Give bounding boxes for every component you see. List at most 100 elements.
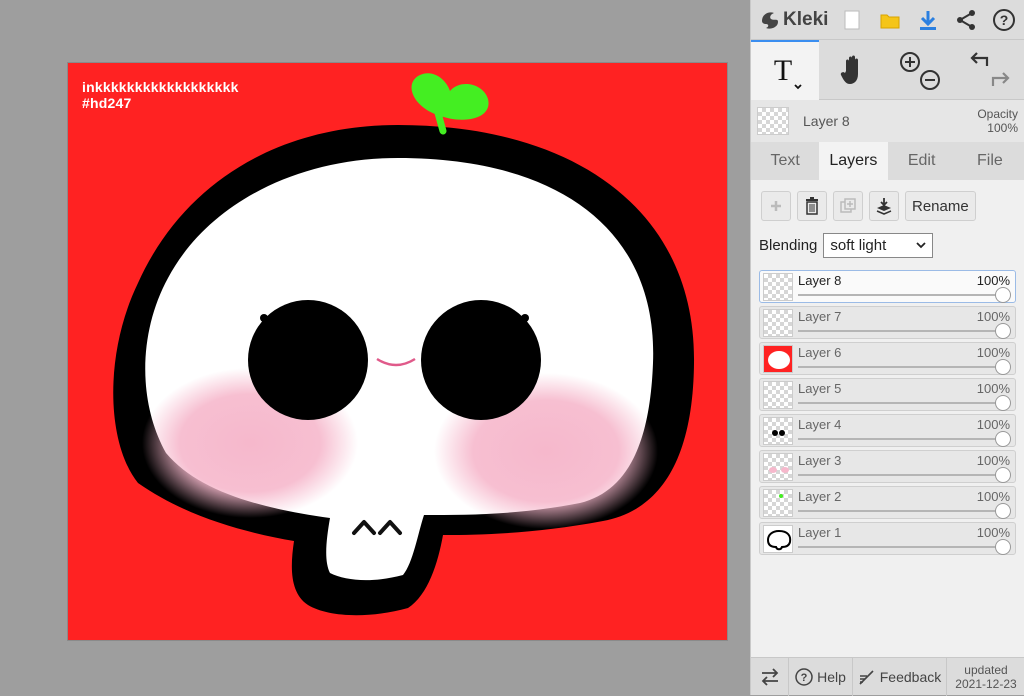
blending-select[interactable]: soft light xyxy=(823,233,934,258)
layer-item-6[interactable]: Layer 6 100% xyxy=(759,342,1016,375)
opacity-slider-track[interactable] xyxy=(798,546,1003,548)
text-tool-icon: T xyxy=(774,54,802,90)
opacity-slider-track[interactable] xyxy=(798,474,1003,476)
help-icon: ? xyxy=(993,8,1015,31)
drawing-artwork xyxy=(113,73,695,616)
feedback-pen-icon xyxy=(859,669,874,685)
layer-opacity: 100% xyxy=(976,417,1010,432)
layer-opacity: 100% xyxy=(976,453,1010,468)
updated-date: 2021-12-23 xyxy=(955,676,1017,691)
layer-opacity: 100% xyxy=(976,381,1010,396)
feedback-button[interactable]: Feedback xyxy=(853,657,947,696)
canvas-caption-line1: inkkkkkkkkkkkkkkkkkk xyxy=(82,79,239,95)
opacity-slider-handle[interactable] xyxy=(995,323,1011,339)
opacity-slider-handle[interactable] xyxy=(995,467,1011,483)
current-layer-name: Layer 8 xyxy=(803,113,850,129)
layer-thumbnail xyxy=(763,381,793,409)
layer-thumbnail xyxy=(763,273,793,301)
opacity-slider-track[interactable] xyxy=(798,330,1003,332)
duplicate-layer-button[interactable] xyxy=(833,191,863,221)
updated-info: updated 2021-12-23 xyxy=(947,663,1024,691)
tab-edit[interactable]: Edit xyxy=(888,142,956,180)
layer-item-5[interactable]: Layer 5 100% xyxy=(759,378,1016,411)
layer-name: Layer 7 xyxy=(798,309,842,324)
layer-item-1[interactable]: Layer 1 100% xyxy=(759,522,1016,555)
opacity-slider-handle[interactable] xyxy=(995,359,1011,375)
app-name: Kleki xyxy=(783,8,829,30)
opacity-label: Opacity xyxy=(977,107,1018,121)
svg-text:T: T xyxy=(774,54,792,87)
layers-pane: Rename Blending soft light Layer 8 100% … xyxy=(751,180,1024,660)
opacity-slider-track[interactable] xyxy=(798,366,1003,368)
tool-bar: T xyxy=(751,40,1024,100)
chevron-down-icon xyxy=(916,242,927,249)
layer-thumbnail xyxy=(763,309,793,337)
layer-item-3[interactable]: Layer 3 100% xyxy=(759,450,1016,483)
layer-thumbnail-art xyxy=(766,529,792,551)
layer-opacity: 100% xyxy=(976,489,1010,504)
opacity-slider-track[interactable] xyxy=(798,510,1003,512)
layer-thumbnail xyxy=(763,453,793,481)
share-button[interactable] xyxy=(947,0,985,40)
current-layer-bar: Layer 8 Opacity 100% xyxy=(751,100,1024,142)
opacity-slider-handle[interactable] xyxy=(995,431,1011,447)
delete-layer-button[interactable] xyxy=(797,191,827,221)
add-layer-button[interactable] xyxy=(761,191,791,221)
opacity-slider-track[interactable] xyxy=(798,438,1003,440)
layer-item-8[interactable]: Layer 8 100% xyxy=(759,270,1016,303)
layer-item-2[interactable]: Layer 2 100% xyxy=(759,486,1016,519)
layer-thumbnail xyxy=(763,417,793,445)
layer-thumbnail xyxy=(763,345,793,373)
hand-tool-button[interactable] xyxy=(819,40,887,100)
kleki-logo[interactable]: Kleki xyxy=(751,9,833,31)
bottom-bar: ? Help Feedback updated 2021-12-23 xyxy=(751,657,1024,696)
layer-name: Layer 5 xyxy=(798,381,842,396)
share-icon xyxy=(957,9,975,30)
opacity-value: 100% xyxy=(987,121,1018,135)
layer-thumbnail xyxy=(763,525,793,553)
tab-file[interactable]: File xyxy=(956,142,1024,180)
canvas-workspace[interactable]: inkkkkkkkkkkkkkkkkkk #hd247 xyxy=(0,0,750,695)
drawing-canvas[interactable]: inkkkkkkkkkkkkkkkkkk #hd247 xyxy=(68,63,727,640)
opacity-slider-track[interactable] xyxy=(798,402,1003,404)
swap-arrows-icon xyxy=(761,667,778,686)
redo-icon xyxy=(992,72,1010,86)
trash-icon xyxy=(806,197,818,215)
opacity-slider-handle[interactable] xyxy=(995,503,1011,519)
help-button[interactable]: ? xyxy=(985,0,1023,40)
text-tool-button[interactable]: T xyxy=(751,40,819,100)
zoom-icons xyxy=(900,52,941,90)
merge-layer-button[interactable] xyxy=(869,191,899,221)
opacity-slider-track[interactable] xyxy=(798,294,1003,296)
blending-label: Blending xyxy=(759,237,818,254)
layer-thumbnail-art xyxy=(772,430,785,436)
layer-name: Layer 2 xyxy=(798,489,842,504)
layer-item-4[interactable]: Layer 4 100% xyxy=(759,414,1016,447)
help-label: Help xyxy=(817,668,846,685)
kleki-logo-icon xyxy=(762,11,778,29)
swap-side-button[interactable] xyxy=(751,657,789,696)
layer-opacity: 100% xyxy=(976,273,1010,288)
download-button[interactable] xyxy=(909,0,947,40)
tab-layers[interactable]: Layers xyxy=(819,142,888,180)
help-footer-button[interactable]: ? Help xyxy=(789,657,853,696)
duplicate-icon xyxy=(840,198,856,213)
zoom-buttons xyxy=(887,40,955,100)
zoom-out-icon xyxy=(920,70,941,90)
layer-actions: Rename xyxy=(759,191,1016,221)
opacity-slider-handle[interactable] xyxy=(995,287,1011,303)
layer-list: Layer 8 100% Layer 7 100% Layer 6 100% L… xyxy=(759,270,1016,555)
svg-text:?: ? xyxy=(801,672,808,684)
opacity-slider-handle[interactable] xyxy=(995,539,1011,555)
hand-tool-icon xyxy=(840,55,858,84)
side-panel: Kleki ? T Layer 8 Opacity 100% Text Laye… xyxy=(750,0,1024,696)
download-icon xyxy=(920,10,936,30)
zoom-in-icon xyxy=(900,52,921,72)
layer-item-7[interactable]: Layer 7 100% xyxy=(759,306,1016,339)
rename-layer-button[interactable]: Rename xyxy=(905,191,976,221)
opacity-slider-handle[interactable] xyxy=(995,395,1011,411)
tab-text[interactable]: Text xyxy=(751,142,819,180)
open-file-button[interactable] xyxy=(871,0,909,40)
layer-thumbnail xyxy=(763,489,793,517)
new-file-button[interactable] xyxy=(833,0,871,40)
